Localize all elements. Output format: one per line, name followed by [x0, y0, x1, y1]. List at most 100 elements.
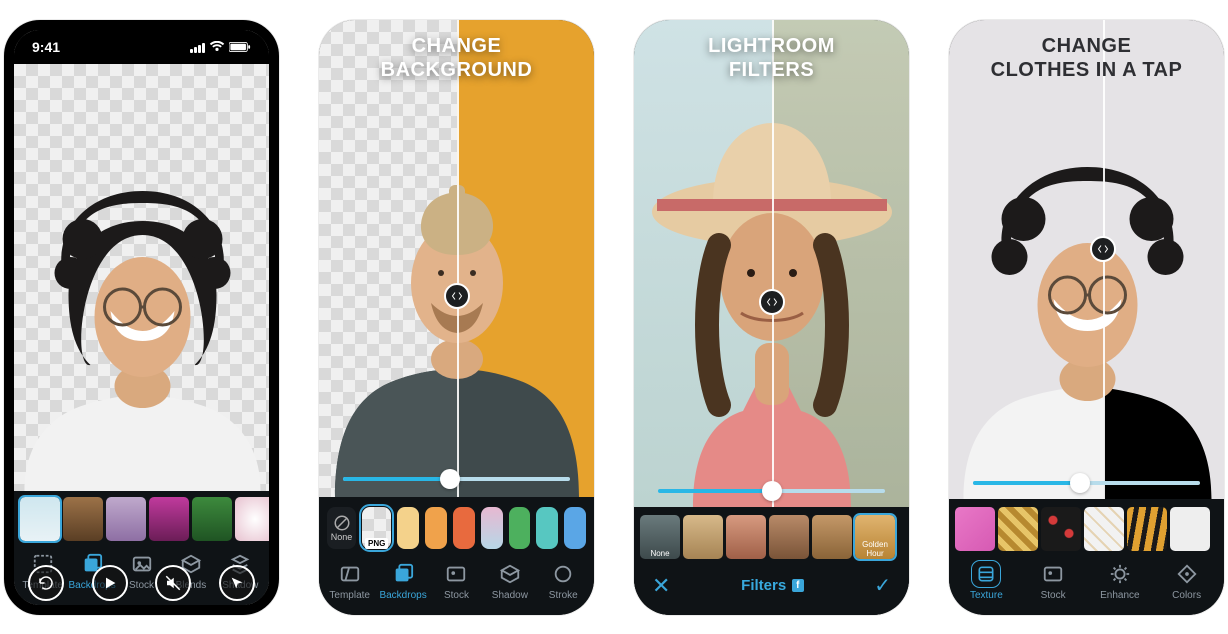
texture-icon [972, 561, 1000, 587]
tab-colors[interactable]: Colors [1161, 561, 1213, 601]
texture-thumb[interactable] [955, 507, 995, 551]
tab-texture[interactable]: Texture [960, 561, 1012, 601]
tab-template[interactable]: Template [324, 561, 376, 601]
bottom-tabbar: Texture Stock Enhance Colors [949, 555, 1224, 615]
filter-thumb[interactable] [726, 515, 766, 559]
adjust-slider[interactable] [343, 477, 570, 481]
comparison-handle[interactable] [759, 289, 785, 315]
comparison-divider[interactable] [457, 20, 459, 497]
adjust-slider[interactable] [973, 481, 1200, 485]
filter-thumbnails-row[interactable]: None Golden Hour [634, 507, 909, 563]
editor-canvas[interactable]: CHANGE CLOTHES IN A TAP [949, 20, 1224, 499]
texture-thumb[interactable] [1170, 507, 1210, 551]
wifi-icon [209, 41, 225, 53]
cursor-button[interactable] [219, 565, 255, 601]
swatch-label: None [331, 532, 353, 542]
phone-mockup-1: 9:41 [4, 20, 279, 615]
info-badge[interactable]: f [792, 579, 803, 592]
tab-label: Template [329, 590, 370, 601]
cube-icon [496, 561, 524, 587]
backdrop-thumb[interactable] [63, 497, 103, 541]
swatch-label: PNG [365, 538, 388, 549]
phone-mockup-2: CHANGE BACKGROUND [319, 20, 594, 615]
backdrop-thumb[interactable] [149, 497, 189, 541]
texture-thumb[interactable] [998, 507, 1038, 551]
swatch-png[interactable]: PNG [362, 507, 391, 549]
color-swatch[interactable] [397, 507, 419, 549]
texture-thumb[interactable] [1084, 507, 1124, 551]
filter-thumb-active[interactable]: Golden Hour [855, 515, 895, 559]
subject-person [949, 119, 1224, 499]
editor-canvas[interactable]: CHANGE BACKGROUND [319, 20, 594, 497]
comparison-handle[interactable] [1090, 236, 1116, 262]
color-swatch[interactable] [536, 507, 558, 549]
tab-backdrops[interactable]: Backdrops [377, 561, 429, 601]
close-button[interactable]: ✕ [652, 573, 670, 599]
stock-icon [1039, 561, 1067, 587]
confirm-button[interactable]: ✓ [874, 573, 891, 598]
colors-icon [1173, 561, 1201, 587]
tab-label: Texture [970, 590, 1003, 601]
template-icon [336, 561, 364, 587]
color-swatch[interactable] [481, 507, 503, 549]
handle-icon [451, 290, 463, 302]
statusbar: 9:41 [14, 30, 269, 64]
signal-icon [190, 41, 205, 53]
tab-label: Stock [1041, 590, 1066, 601]
phone-mockup-4: CHANGE CLOTHES IN A TAP [949, 20, 1224, 615]
backdrop-thumb[interactable] [20, 497, 60, 541]
editor-canvas[interactable] [14, 64, 269, 491]
color-swatch[interactable] [453, 507, 475, 549]
refresh-button[interactable] [28, 565, 64, 601]
backdrop-panel: None PNG Template Backdrops Stock Shadow… [319, 497, 594, 615]
handle-icon [1097, 243, 1109, 255]
comparison-handle[interactable] [444, 283, 470, 309]
tab-stock[interactable]: Stock [1027, 561, 1079, 601]
backdrop-thumb[interactable] [106, 497, 146, 541]
filters-panel: None Golden Hour ✕ Filters f ✓ [634, 507, 909, 615]
filter-thumb[interactable] [769, 515, 809, 559]
feature-headline: CHANGE CLOTHES IN A TAP [949, 34, 1224, 82]
play-button[interactable] [92, 565, 128, 601]
tab-label: Shadow [492, 590, 528, 601]
texture-thumbnails-row[interactable] [949, 499, 1224, 555]
backdrop-thumbnails-row[interactable] [14, 491, 269, 545]
filter-thumb[interactable] [683, 515, 723, 559]
battery-icon [229, 41, 251, 53]
tab-shadow[interactable]: Shadow [484, 561, 536, 601]
tab-enhance[interactable]: Enhance [1094, 561, 1146, 601]
bottom-tabbar: Template Backdrops Stock Shadow Stroke [319, 555, 594, 615]
backdrop-thumb[interactable] [235, 497, 269, 541]
backdrop-thumb[interactable] [192, 497, 232, 541]
filter-thumb[interactable] [812, 515, 852, 559]
stock-icon [442, 561, 470, 587]
feature-headline: LIGHTROOM FILTERS [634, 34, 909, 82]
editor-canvas[interactable]: LIGHTROOM FILTERS [634, 20, 909, 507]
mute-button[interactable] [155, 565, 191, 601]
circle-icon [549, 561, 577, 587]
color-swatch[interactable] [564, 507, 586, 549]
comparison-divider[interactable] [772, 20, 774, 507]
filter-thumb-none[interactable]: None [640, 515, 680, 559]
phone-mockup-3: LIGHTROOM FILTERS [634, 20, 909, 615]
none-icon [333, 514, 351, 532]
tab-stroke[interactable]: Stroke [537, 561, 589, 601]
adjust-slider[interactable] [658, 489, 885, 493]
tab-label: Stock [444, 590, 469, 601]
tab-label: Stroke [549, 590, 578, 601]
color-swatch[interactable] [509, 507, 531, 549]
handle-icon [766, 296, 778, 308]
demo-overlay-controls [14, 565, 269, 601]
subject-person [14, 161, 269, 491]
color-swatch[interactable] [425, 507, 447, 549]
color-swatch-row[interactable]: None PNG [319, 497, 594, 555]
backdrops-icon [389, 561, 417, 587]
swatch-none[interactable]: None [327, 507, 356, 549]
action-bar: ✕ Filters f ✓ [634, 563, 909, 615]
tab-stock[interactable]: Stock [430, 561, 482, 601]
texture-thumb[interactable] [1041, 507, 1081, 551]
texture-panel: Texture Stock Enhance Colors [949, 499, 1224, 615]
texture-thumb[interactable] [1127, 507, 1167, 551]
statusbar-time: 9:41 [32, 39, 60, 55]
enhance-icon [1106, 561, 1134, 587]
